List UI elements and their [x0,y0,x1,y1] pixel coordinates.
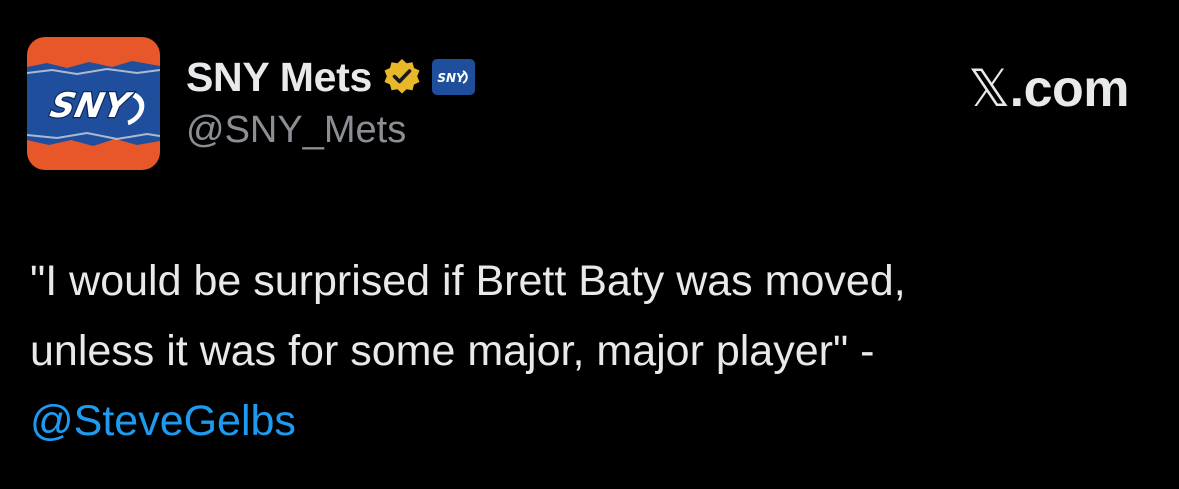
verified-badge-icon[interactable] [382,57,422,97]
sny-logo-icon: SNY [27,37,160,170]
affiliate-badge-icon[interactable]: SNY [431,59,475,95]
author-info: SNY Mets SNY @SNY_Mets [186,50,475,154]
tweet-card: SNY SNY Mets SNY @SNY_Mets 𝕏 .com "I wou… [0,0,1179,489]
name-row: SNY Mets SNY [186,50,475,104]
profile-avatar[interactable]: SNY [27,37,160,170]
svg-text:SNY: SNY [437,71,466,85]
mention-link[interactable]: @SteveGelbs [30,397,296,445]
brand-domain: .com [1009,60,1130,118]
tweet-text: "I would be surprised if Brett Baty was … [30,246,1150,456]
x-com-brand: 𝕏 .com [968,58,1129,120]
tweet-quote: "I would be surprised if Brett Baty was … [30,257,906,375]
display-name[interactable]: SNY Mets [186,50,372,104]
svg-text:SNY: SNY [47,86,136,126]
x-logo-icon: 𝕏 [968,59,1010,119]
user-handle[interactable]: @SNY_Mets [186,106,475,154]
